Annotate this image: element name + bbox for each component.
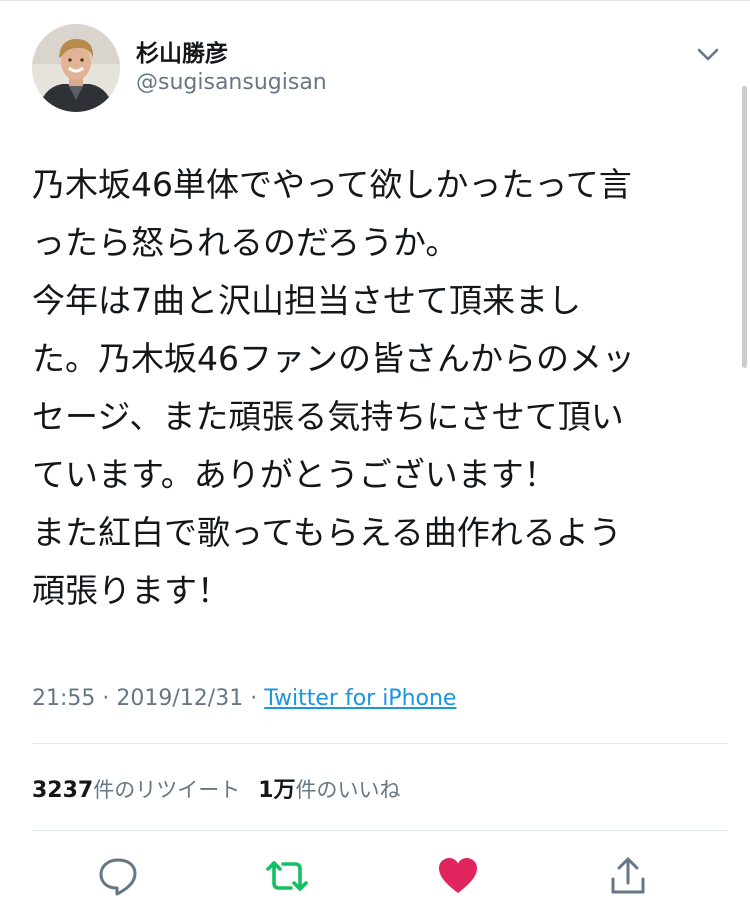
tweet-source-link[interactable]: Twitter for iPhone <box>264 686 456 711</box>
meta-separator: · <box>102 686 110 711</box>
tweet-text-line: 今年は7曲と沢山担当させて頂来まし <box>32 281 581 320</box>
retweet-count: 3237 <box>32 778 94 803</box>
chevron-down-icon[interactable] <box>692 38 724 70</box>
heart-icon <box>439 858 477 893</box>
tweet-detail-view: 杉山勝彦 @sugisansugisan 乃木坂46単体でやって欲しかったって言… <box>0 0 750 912</box>
reply-button[interactable] <box>95 853 141 899</box>
tweet-text-line: セージ、また頑張る気持ちにさせて頂い <box>32 397 624 436</box>
tweet-time: 21:55 <box>32 686 96 711</box>
like-label: 件のいいね <box>295 778 401 802</box>
retweet-icon <box>266 861 308 891</box>
share-icon <box>611 857 645 894</box>
tweet-date: 2019/12/31 <box>116 686 244 711</box>
like-stat[interactable]: 1万件のいいね <box>258 778 401 803</box>
top-divider <box>0 0 750 1</box>
display-name[interactable]: 杉山勝彦 <box>136 34 228 68</box>
scrollbar[interactable] <box>742 86 747 368</box>
tweet-text-line: 乃木坂46単体でやって欲しかったって言 <box>32 165 632 204</box>
avatar-image <box>32 24 120 112</box>
tweet-text-line: ています。ありがとうございます！ <box>32 455 557 494</box>
user-handle[interactable]: @sugisansugisan <box>136 70 327 95</box>
retweet-stat[interactable]: 3237件のリツイート <box>32 778 241 803</box>
like-count: 1万 <box>258 778 296 803</box>
tweet-text-line: また紅白で歌ってもらえる曲作れるよう <box>32 513 622 552</box>
tweet-text-line: た。乃木坂46ファンの皆さんからのメッ <box>32 339 635 378</box>
meta-separator: · <box>250 686 258 711</box>
retweet-button[interactable] <box>264 853 310 899</box>
tweet-text-line: ったら怒られるのだろうか。 <box>32 223 459 262</box>
divider <box>32 743 728 744</box>
divider <box>32 830 728 831</box>
avatar[interactable] <box>32 24 120 112</box>
like-button[interactable] <box>435 853 481 899</box>
retweet-label: 件のリツイート <box>93 778 241 802</box>
reply-icon <box>99 858 137 896</box>
share-button[interactable] <box>605 853 651 899</box>
tweet-text-line: 頑張ります！ <box>32 571 230 610</box>
tweet-stats: 3237件のリツイート 1万件のいいね <box>32 772 401 804</box>
tweet-text: 乃木坂46単体でやって欲しかったって言 ったら怒られるのだろうか。 今年は7曲と… <box>32 156 722 620</box>
tweet-meta: 21:55 · 2019/12/31 · Twitter for iPhone <box>32 686 456 711</box>
